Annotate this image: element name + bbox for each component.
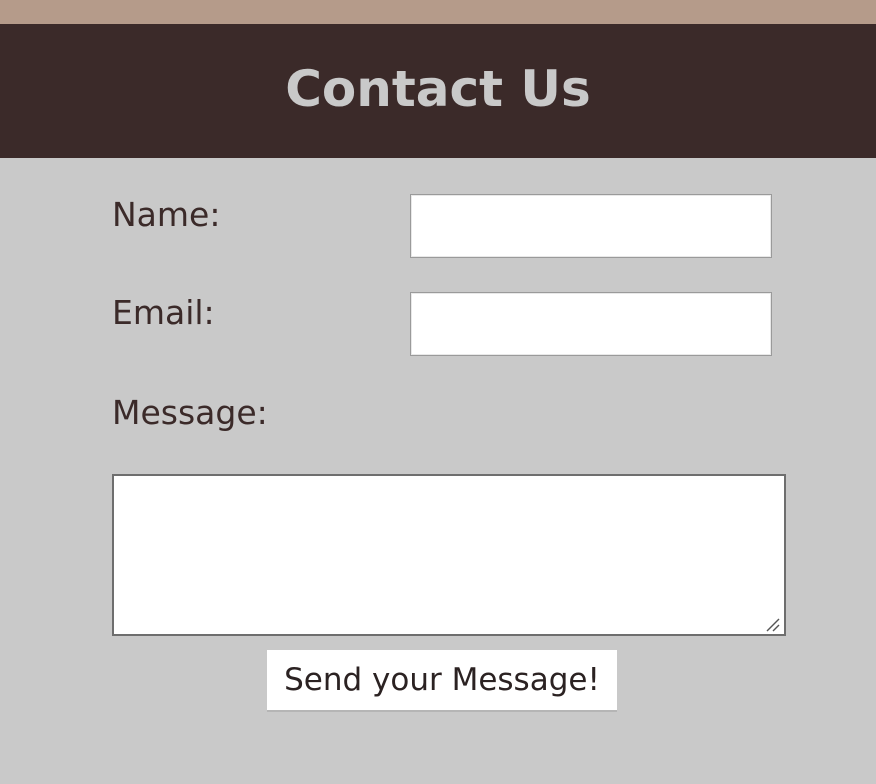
send-message-button[interactable]: Send your Message! <box>267 650 617 712</box>
message-label: Message: <box>112 393 268 432</box>
name-field[interactable] <box>410 194 772 258</box>
top-accent-strip <box>0 0 876 24</box>
email-field[interactable] <box>410 292 772 356</box>
message-textarea[interactable] <box>112 474 786 636</box>
page-header: Contact Us <box>0 24 876 158</box>
email-label: Email: <box>112 293 215 332</box>
resize-grip-icon[interactable] <box>764 616 780 632</box>
page-title: Contact Us <box>285 60 591 118</box>
name-label: Name: <box>112 195 221 234</box>
